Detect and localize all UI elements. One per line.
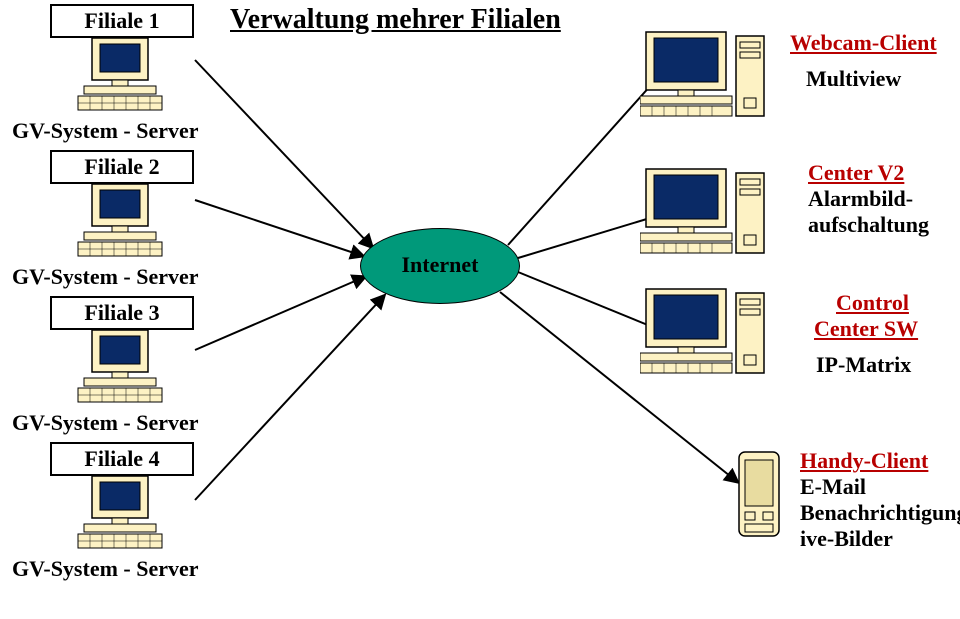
handy-client-link: Handy-Client — [800, 448, 928, 473]
caption-filiale-4: GV-System - Server — [12, 556, 199, 582]
internet-cloud: Internet — [360, 228, 520, 304]
internet-label: Internet — [360, 252, 520, 278]
box-filiale-2: Filiale 2 — [50, 150, 194, 184]
center-sw-link: Center SW — [814, 316, 918, 341]
handy-client-label: Handy-Client E-Mail BenachrichtigungL iv… — [800, 448, 960, 552]
caption-filiale-3: GV-System - Server — [12, 410, 199, 436]
box-filiale-3: Filiale 3 — [50, 296, 194, 330]
computer-icon — [70, 474, 170, 557]
benachrichtigung-label: BenachrichtigungL — [800, 500, 960, 525]
control-center-label: Control Center SW IP-Matrix — [836, 290, 918, 378]
caption-filiale-2: GV-System - Server — [12, 264, 199, 290]
computer-icon — [70, 182, 170, 265]
computer-icon — [70, 328, 170, 411]
workstation-icon — [640, 285, 770, 380]
workstation-icon — [640, 28, 770, 123]
control-link: Control — [836, 290, 909, 315]
webcam-client-link: Webcam-Client — [790, 30, 937, 55]
webcam-client-label: Webcam-Client Multiview — [790, 30, 937, 92]
box-filiale-1: Filiale 1 — [50, 4, 194, 38]
center-v2-link: Center V2 — [808, 160, 904, 185]
multiview-label: Multiview — [806, 66, 901, 92]
computer-icon — [70, 36, 170, 119]
mobile-phone-icon — [735, 450, 783, 545]
workstation-icon — [640, 165, 770, 260]
page-title: Verwaltung mehrer Filialen — [230, 4, 561, 36]
caption-filiale-1: GV-System - Server — [12, 118, 199, 144]
center-v2-label: Center V2 Alarmbild- aufschaltung — [808, 160, 929, 238]
box-filiale-4: Filiale 4 — [50, 442, 194, 476]
email-label: E-Mail — [800, 474, 866, 499]
ive-bilder-label: ive-Bilder — [800, 526, 893, 551]
aufschaltung-label: aufschaltung — [808, 212, 929, 237]
ip-matrix-label: IP-Matrix — [816, 352, 911, 378]
alarmbild-label: Alarmbild- — [808, 186, 913, 211]
